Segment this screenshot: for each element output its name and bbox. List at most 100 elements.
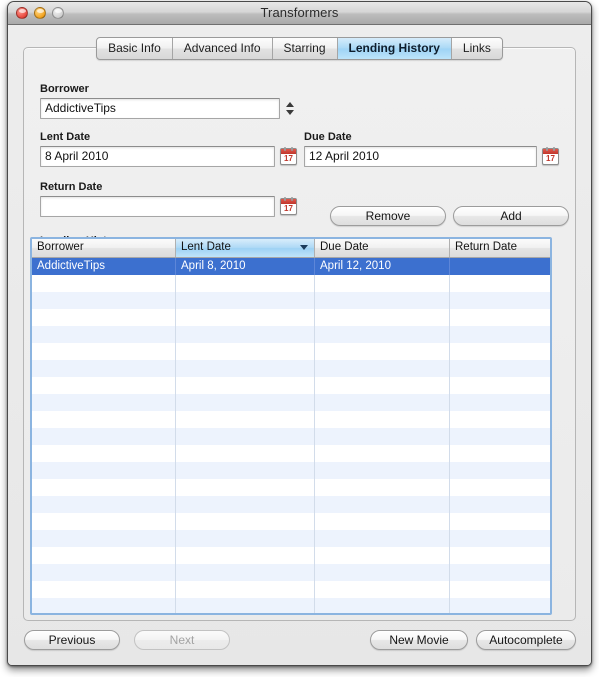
table-cell	[32, 394, 176, 411]
autocomplete-button[interactable]: Autocomplete	[476, 630, 576, 650]
table-cell	[450, 462, 550, 479]
sort-descending-icon	[300, 245, 308, 250]
table-cell	[32, 462, 176, 479]
table-row[interactable]	[32, 343, 550, 360]
table-cell	[32, 564, 176, 581]
table-cell	[32, 377, 176, 394]
table-cell	[315, 360, 450, 377]
lending-history-table[interactable]: Borrower Lent Date Due Date Return Date …	[30, 237, 552, 615]
table-cell	[176, 292, 315, 309]
table-row[interactable]	[32, 462, 550, 479]
table-cell	[450, 598, 550, 613]
table-cell	[450, 581, 550, 598]
table-row[interactable]	[32, 445, 550, 462]
table-cell	[315, 462, 450, 479]
application-window: Transformers Basic Info Advanced Info St…	[7, 1, 592, 666]
table-cell: April 12, 2010	[315, 258, 450, 275]
add-button[interactable]: Add	[453, 206, 569, 226]
new-movie-button[interactable]: New Movie	[370, 630, 468, 650]
table-cell: AddictiveTips	[32, 258, 176, 275]
remove-button[interactable]: Remove	[330, 206, 446, 226]
lent-date-input[interactable]: 8 April 2010	[40, 146, 275, 167]
table-cell	[176, 428, 315, 445]
table-row[interactable]	[32, 309, 550, 326]
table-cell	[450, 258, 550, 275]
table-cell	[176, 513, 315, 530]
table-cell	[32, 411, 176, 428]
borrower-field-group: Borrower AddictiveTips	[40, 83, 300, 119]
table-cell	[450, 377, 550, 394]
table-cell	[315, 377, 450, 394]
table-cell	[315, 513, 450, 530]
table-cell	[176, 530, 315, 547]
table-row[interactable]	[32, 275, 550, 292]
table-cell	[315, 275, 450, 292]
table-cell	[176, 462, 315, 479]
table-cell	[315, 309, 450, 326]
table-row[interactable]	[32, 479, 550, 496]
calendar-day-number: 17	[284, 204, 293, 213]
table-cell	[315, 326, 450, 343]
table-cell	[450, 479, 550, 496]
column-header-borrower[interactable]: Borrower	[32, 239, 176, 257]
table-cell	[450, 394, 550, 411]
table-row[interactable]	[32, 598, 550, 613]
table-cell	[315, 496, 450, 513]
table-row[interactable]	[32, 513, 550, 530]
table-cell	[450, 513, 550, 530]
column-header-due-date[interactable]: Due Date	[315, 239, 450, 257]
tab-starring[interactable]: Starring	[273, 38, 338, 59]
table-cell	[315, 428, 450, 445]
tab-lending-history[interactable]: Lending History	[337, 38, 452, 59]
tab-basic-info[interactable]: Basic Info	[97, 38, 173, 59]
table-row[interactable]	[32, 581, 550, 598]
due-date-input[interactable]: 12 April 2010	[304, 146, 537, 167]
return-date-input[interactable]	[40, 196, 275, 217]
table-row[interactable]	[32, 377, 550, 394]
column-header-return-date[interactable]: Return Date	[450, 239, 550, 257]
table-cell	[176, 564, 315, 581]
calendar-day-number: 17	[546, 154, 555, 163]
chevron-up-icon	[285, 102, 294, 107]
table-row[interactable]	[32, 360, 550, 377]
table-row[interactable]	[32, 326, 550, 343]
calendar-icon-return-date[interactable]: 17	[280, 197, 297, 215]
window-title: Transformers	[260, 5, 339, 20]
borrower-input[interactable]: AddictiveTips	[40, 98, 280, 119]
tab-links[interactable]: Links	[452, 38, 502, 59]
chevron-down-icon	[285, 110, 294, 115]
table-row[interactable]	[32, 530, 550, 547]
table-cell	[315, 445, 450, 462]
table-row[interactable]	[32, 564, 550, 581]
column-header-lent-date[interactable]: Lent Date	[176, 239, 315, 257]
table-row[interactable]	[32, 292, 550, 309]
table-header-row: Borrower Lent Date Due Date Return Date	[32, 239, 550, 258]
table-cell	[176, 598, 315, 613]
table-cell	[450, 309, 550, 326]
next-button[interactable]: Next	[134, 630, 230, 650]
previous-button[interactable]: Previous	[24, 630, 120, 650]
table-cell	[450, 547, 550, 564]
window-titlebar[interactable]: Transformers	[8, 2, 591, 25]
calendar-icon-lent-date[interactable]: 17	[280, 147, 297, 165]
table-row[interactable]	[32, 411, 550, 428]
table-cell	[32, 326, 176, 343]
table-row[interactable]	[32, 547, 550, 564]
table-cell	[176, 496, 315, 513]
table-cell	[176, 479, 315, 496]
table-cell	[32, 547, 176, 564]
calendar-icon-due-date[interactable]: 17	[542, 147, 559, 165]
tab-advanced-info[interactable]: Advanced Info	[173, 38, 273, 59]
due-date-label: Due Date	[304, 131, 352, 143]
table-row[interactable]	[32, 394, 550, 411]
table-row[interactable]: AddictiveTips April 8, 2010 April 12, 2010	[32, 258, 550, 275]
table-cell	[176, 309, 315, 326]
table-cell	[315, 530, 450, 547]
table-row[interactable]	[32, 428, 550, 445]
borrower-stepper[interactable]	[283, 98, 296, 119]
table-cell	[176, 360, 315, 377]
window-footer: Previous Next New Movie Autocomplete	[8, 622, 591, 665]
window-body: Basic Info Advanced Info Starring Lendin…	[8, 25, 591, 665]
table-row[interactable]	[32, 496, 550, 513]
table-cell	[315, 547, 450, 564]
